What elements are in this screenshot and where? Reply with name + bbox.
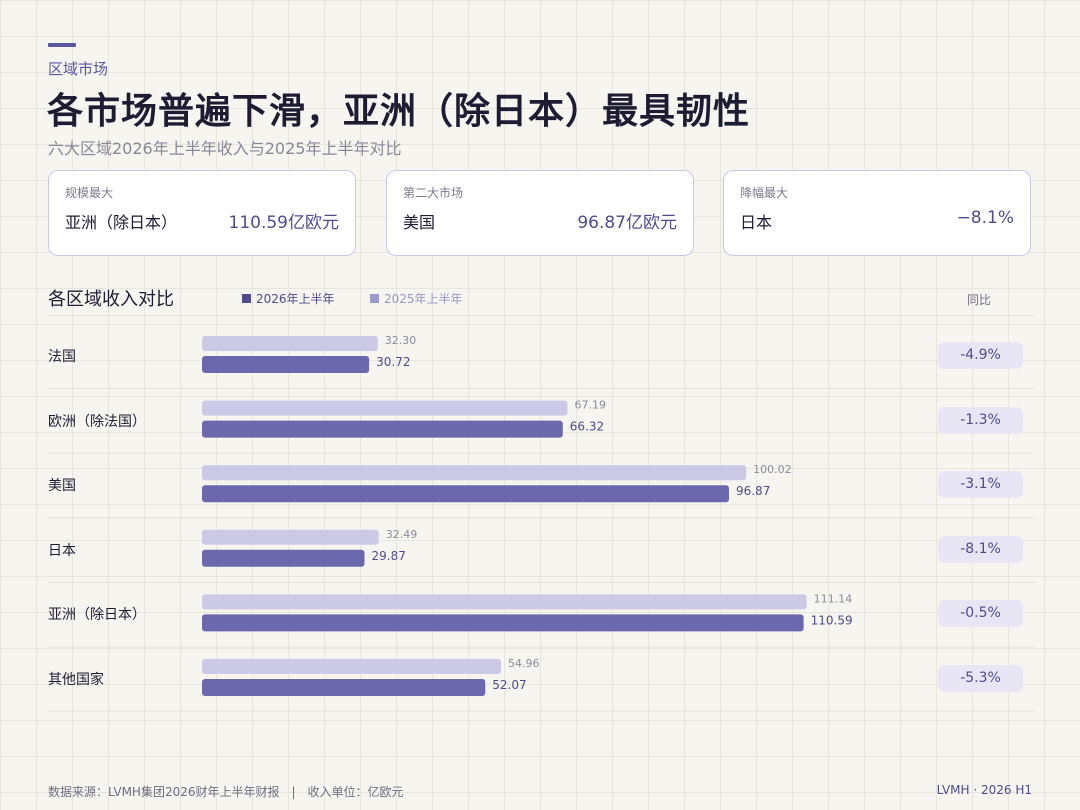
region-label: 美国 (48, 478, 76, 495)
yoy-badge: -5.3% (938, 665, 1023, 692)
region-label: 欧洲（除法国） (48, 413, 146, 430)
region-label: 亚洲（除日本） (48, 607, 146, 624)
bar-label-current: 29.87 (371, 549, 405, 563)
bar-current (202, 549, 365, 567)
bar-label-prior: 67.19 (575, 399, 607, 412)
yoy-badge: -0.5% (938, 600, 1023, 628)
bar-label-current: 96.87 (736, 484, 770, 498)
region-label: 其他国家 (48, 672, 104, 688)
bar-prior (202, 336, 378, 351)
yoy-badge: -4.9% (938, 342, 1023, 369)
bar-current (202, 679, 486, 696)
region-label: 日本 (48, 542, 76, 559)
bar-label-prior: 32.30 (385, 334, 417, 347)
yoy-badge: -3.1% (938, 471, 1023, 499)
bar-chart: 32.30 30.72 67.19 66.32 100.02 96.87 32.49 29.8… (48, 334, 1034, 712)
bar-prior (202, 529, 379, 545)
bar-label-prior: 32.49 (386, 528, 418, 541)
bar-current (202, 356, 370, 373)
bar-label-prior: 111.14 (814, 592, 853, 605)
yoy-badge: -8.1% (938, 535, 1023, 563)
yoy-badge: -1.3% (938, 406, 1023, 434)
footer-brand: LVMH · 2026 H1 (936, 783, 1032, 797)
bar-current (202, 485, 729, 503)
bar-prior (202, 659, 501, 674)
bar-current (202, 420, 563, 438)
footer-source: 数据来源：LVMH集团2026财年上半年财报 | 收入单位：亿欧元 (48, 785, 404, 799)
bar-current (202, 614, 804, 632)
bar-label-current: 30.72 (376, 355, 410, 369)
bar-prior (202, 400, 568, 416)
bar-label-prior: 100.02 (753, 463, 792, 476)
bar-prior (202, 465, 747, 481)
bar-label-current: 52.07 (492, 678, 526, 692)
bar-label-prior: 54.96 (508, 657, 540, 670)
bar-label-current: 110.59 (811, 613, 853, 627)
bar-prior (202, 594, 807, 610)
region-label: 法国 (48, 349, 76, 365)
bar-label-current: 66.32 (570, 420, 604, 434)
